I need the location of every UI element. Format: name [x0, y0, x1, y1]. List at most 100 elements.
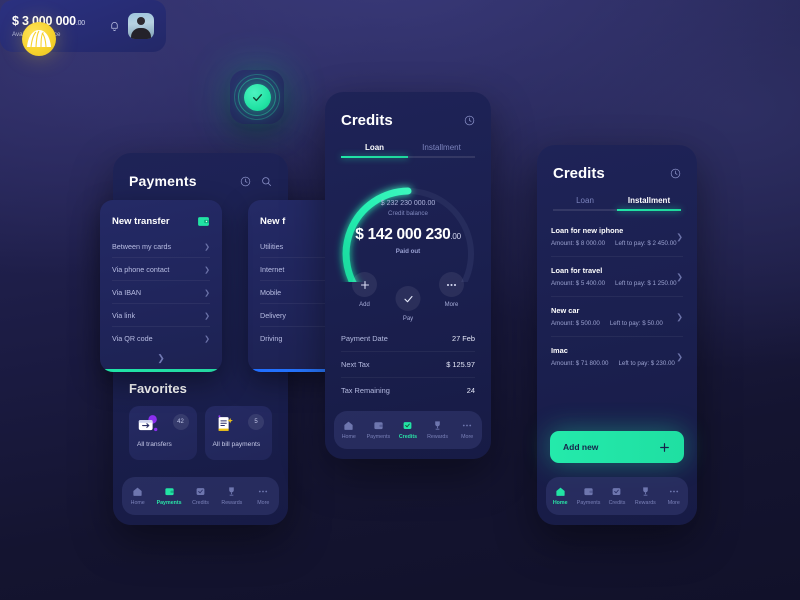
chevron-right-icon: ❯	[204, 335, 210, 343]
credits-header: Credits	[325, 92, 491, 129]
chevron-down-icon[interactable]: ❯	[100, 349, 222, 364]
nav-item-payments[interactable]: Payments	[575, 486, 602, 506]
nav-label: Payments	[576, 500, 601, 506]
transfer-method-list: Between my cards ❯ Via phone contact ❯ V…	[100, 227, 222, 349]
installment-list: Loan for new iphone Amount: $ 8 000.00 L…	[537, 211, 697, 376]
clock-icon[interactable]	[670, 168, 681, 179]
credit-actions: Add Pay More	[325, 272, 491, 324]
nav-item-rewards[interactable]: Rewards	[217, 486, 247, 506]
list-item[interactable]: Via QR code ❯	[112, 327, 210, 349]
nav-item-credits[interactable]: Credits	[394, 420, 422, 440]
home-icon	[132, 486, 143, 497]
list-item-label: Utilities	[260, 242, 284, 251]
detail-value: $ 125.97	[446, 360, 475, 369]
list-item[interactable]: Driving	[260, 327, 331, 349]
list-item[interactable]: Via link ❯	[112, 304, 210, 327]
page-title: Credits	[553, 165, 605, 182]
list-item[interactable]: Imac Amount: $ 71 800.00 Left to pay: $ …	[551, 337, 683, 376]
tab-installment[interactable]: Installment	[408, 143, 475, 158]
nav-label: Payments	[156, 500, 182, 506]
chevron-right-icon: ❯	[676, 352, 683, 361]
chevron-right-icon: ❯	[676, 232, 683, 241]
installment-name: New car	[551, 306, 580, 315]
home-icon	[343, 420, 354, 431]
add-new-button[interactable]: Add new	[550, 431, 684, 463]
plus-icon	[352, 272, 377, 297]
nav-item-credits[interactable]: Credits	[186, 486, 216, 506]
installment-left-to-pay: Left to pay: $ 2 450.00	[615, 240, 677, 247]
nav-item-rewards[interactable]: Rewards	[424, 420, 452, 440]
action-label: Add	[359, 302, 370, 308]
trophy-icon	[432, 420, 443, 431]
nav-item-payments[interactable]: Payments	[364, 420, 392, 440]
tab-installment[interactable]: Installment	[617, 196, 681, 211]
action-label: Pay	[402, 316, 414, 322]
nav-item-more[interactable]: More	[660, 486, 687, 506]
nav-item-home[interactable]: Home	[547, 486, 574, 506]
credit-balance-amount: $ 232 230 000.00	[380, 200, 436, 207]
crown-icon	[27, 30, 51, 48]
avatar-body	[131, 28, 151, 39]
list-item[interactable]: Loan for travel Amount: $ 5 400.00 Left …	[551, 257, 683, 297]
balance-cents: .00	[75, 20, 85, 27]
favorite-card-all-bill-payments[interactable]: 5 All bill payments	[204, 406, 272, 460]
tab-loan[interactable]: Loan	[341, 143, 408, 158]
nav-item-payments[interactable]: Payments	[154, 486, 184, 506]
trophy-icon	[226, 486, 237, 497]
sheet-title: New transfer	[112, 216, 170, 227]
sheet-accent-bar	[100, 369, 222, 372]
installment-amount: Amount: $ 500.00	[551, 320, 600, 327]
action-more[interactable]: More	[439, 272, 464, 308]
search-icon[interactable]	[261, 176, 272, 187]
nav-label: Home	[130, 500, 145, 506]
nav-item-more[interactable]: More	[453, 420, 481, 440]
sheet-title-row: New transfer	[100, 200, 222, 227]
list-item[interactable]: Via phone contact ❯	[112, 258, 210, 281]
installment-name: Imac	[551, 346, 568, 355]
installment-amount: Amount: $ 8 000.00	[551, 240, 606, 247]
nav-item-credits[interactable]: Credits	[603, 486, 630, 506]
action-pay[interactable]: Pay	[395, 286, 421, 322]
list-item-label: Via IBAN	[112, 288, 142, 297]
credits-tabs: Loan Installment	[553, 196, 681, 211]
list-item[interactable]: Loan for new iphone Amount: $ 8 000.00 L…	[551, 217, 683, 257]
avatar[interactable]	[128, 13, 154, 39]
list-item[interactable]: Via IBAN ❯	[112, 281, 210, 304]
list-item[interactable]: Delivery	[260, 304, 331, 327]
tab-underline	[553, 209, 617, 211]
dots-icon	[257, 486, 269, 497]
list-item-label: Between my cards	[112, 242, 172, 251]
favorites-title: Favorites	[129, 381, 187, 396]
payments-header: Payments	[113, 153, 288, 189]
new-transfer-sheet[interactable]: New transfer Between my cards ❯ Via phon…	[100, 200, 222, 372]
list-item[interactable]: Mobile	[260, 281, 331, 304]
balance-card-right	[109, 13, 154, 39]
nav-label: Rewards	[221, 500, 243, 506]
installment-name: Loan for new iphone	[551, 226, 624, 235]
paid-out-label: Paid out	[395, 248, 421, 255]
nav-label: Home	[552, 500, 568, 506]
tab-loan[interactable]: Loan	[553, 196, 617, 211]
list-item[interactable]: Between my cards ❯	[112, 235, 210, 258]
gauge-center-text: $ 232 230 000.00 Credit balance $ 142 00…	[325, 200, 491, 255]
app-icon-check[interactable]	[230, 70, 284, 124]
clock-icon[interactable]	[240, 176, 251, 187]
detail-key: Next Tax	[341, 360, 370, 369]
favorite-card-all-transfers[interactable]: 42 All transfers	[129, 406, 197, 460]
nav-item-more[interactable]: More	[248, 486, 278, 506]
bottom-navigation: Home Payments Credits Rewards More	[122, 477, 279, 515]
credit-gauge: $ 232 230 000.00 Credit balance $ 142 00…	[325, 164, 491, 282]
action-add[interactable]: Add	[352, 272, 377, 308]
card-check-icon	[402, 420, 413, 431]
bell-icon[interactable]	[109, 20, 120, 32]
list-item[interactable]: New car Amount: $ 500.00 Left to pay: $ …	[551, 297, 683, 337]
favorite-count-badge: 42	[172, 414, 189, 430]
nav-item-home[interactable]: Home	[335, 420, 363, 440]
list-item[interactable]: Utilities	[260, 235, 331, 258]
nav-item-rewards[interactable]: Rewards	[632, 486, 659, 506]
tab-underline	[408, 156, 475, 158]
list-item[interactable]: Internet	[260, 258, 331, 281]
clock-icon[interactable]	[464, 115, 475, 126]
nav-item-home[interactable]: Home	[123, 486, 153, 506]
chevron-right-icon: ❯	[204, 312, 210, 320]
